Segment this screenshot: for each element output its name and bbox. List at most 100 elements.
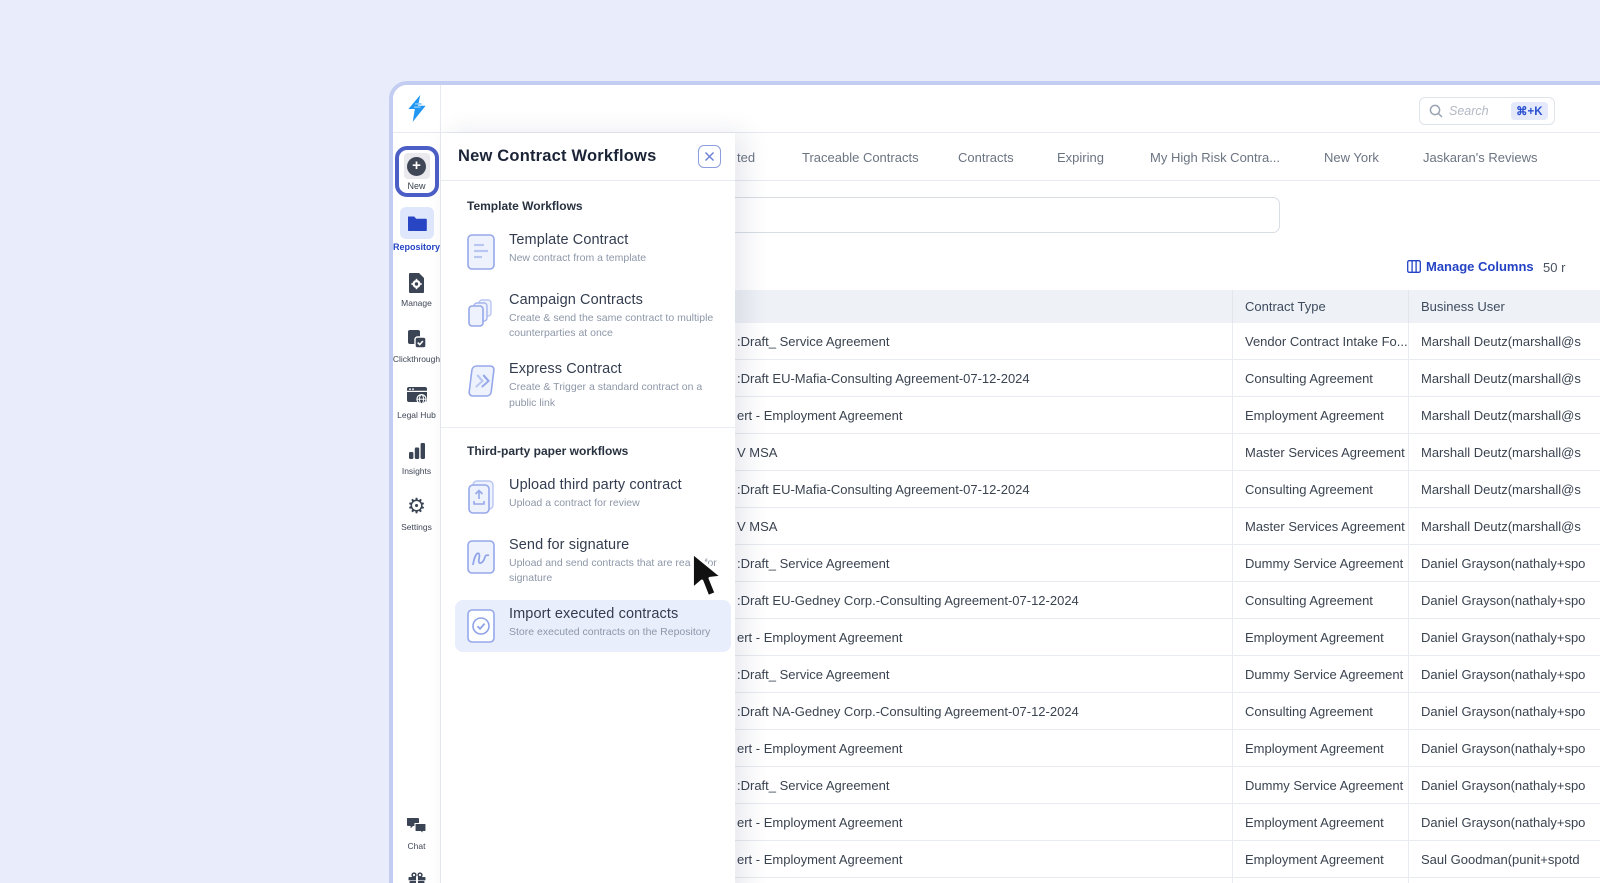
- search-icon: [1429, 104, 1443, 118]
- menu-item-subtitle: Create & Trigger a standard contract on …: [509, 381, 703, 409]
- cell-type: Employment Agreement: [1232, 397, 1408, 433]
- tab-jaskarans-reviews[interactable]: Jaskaran's Reviews: [1423, 133, 1537, 181]
- menu-item-subtitle: Upload a contract for review: [509, 496, 640, 509]
- template-doc-icon: [467, 234, 495, 270]
- sidebar-item-label: Clickthrough: [392, 354, 441, 364]
- cell-user: Marshall Deutz(marshall@s: [1408, 434, 1600, 470]
- tab-contracts[interactable]: Contracts: [958, 133, 1014, 181]
- tab-my-high-risk[interactable]: My High Risk Contra...: [1150, 133, 1280, 181]
- sidebar-item-repository[interactable]: Repository: [393, 207, 440, 252]
- section-heading-template-workflows: Template Workflows: [467, 199, 583, 213]
- bar-chart-icon: [408, 443, 425, 459]
- tab-partial[interactable]: ted: [737, 133, 755, 181]
- cell-user: Daniel Grayson(nathaly+spo: [1408, 693, 1600, 729]
- sidebar-footer: Chat Just In: [393, 814, 440, 883]
- columns-icon: [1407, 260, 1421, 273]
- modal-header: New Contract Workflows: [441, 133, 735, 181]
- search-input[interactable]: [1449, 104, 1511, 118]
- manage-columns-label: Manage Columns: [1426, 259, 1534, 274]
- clickthrough-icon: [408, 329, 427, 349]
- signature-icon: [467, 540, 495, 574]
- topbar: ⌘+K: [441, 85, 1600, 133]
- cell-type: Master Services Agreement: [1232, 508, 1408, 544]
- menu-item-subtitle: Create & send the same contract to multi…: [509, 312, 714, 340]
- sidebar: + New Repository Manage Clickthrough Leg…: [393, 85, 441, 883]
- cell-user: Daniel Grayson(nathaly+spo: [1408, 545, 1600, 581]
- cell-user: Daniel Grayson(nathaly+spo: [1408, 804, 1600, 840]
- menu-item-title: Upload third party contract: [509, 476, 682, 493]
- tab-new-york[interactable]: New York: [1324, 133, 1379, 181]
- cell-type: Consulting Agreement: [1232, 471, 1408, 507]
- cell-type: Employment Agreement: [1232, 619, 1408, 655]
- modal-body: Template Workflows Template Contract New…: [441, 181, 735, 653]
- cell-user: Marshall Deutz(marshall@s: [1408, 323, 1600, 359]
- menu-item-campaign-contracts[interactable]: Campaign Contracts Create & send the sam…: [441, 286, 735, 347]
- sidebar-item-settings[interactable]: ⚙ Settings: [393, 495, 440, 533]
- gift-icon: [408, 871, 425, 883]
- sidebar-item-manage[interactable]: Manage: [393, 271, 440, 308]
- new-button-label: New: [407, 181, 426, 191]
- sidebar-item-label: Manage: [401, 298, 432, 308]
- manage-columns-button[interactable]: Manage Columns: [1407, 259, 1534, 274]
- cell-type: Vendor Contract Intake Fo...: [1232, 323, 1408, 359]
- tab-expiring[interactable]: Expiring: [1057, 133, 1104, 181]
- sidebar-item-insights[interactable]: Insights: [393, 439, 440, 476]
- col-header-contract-type[interactable]: Contract Type: [1232, 290, 1408, 323]
- sidebar-item-legal-hub[interactable]: Legal Hub: [393, 383, 440, 420]
- sidebar-item-label: Settings: [401, 522, 432, 532]
- spotdraft-logo-icon[interactable]: [406, 94, 428, 123]
- cell-type: Master Services Agreement: [1232, 434, 1408, 470]
- cell-type: Consulting Agreement: [1232, 360, 1408, 396]
- sidebar-item-label: Legal Hub: [397, 410, 436, 420]
- cell-user: Marshall Deutz(marshall@s: [1408, 508, 1600, 544]
- menu-item-upload-third-party[interactable]: Upload third party contract Upload a con…: [441, 471, 735, 523]
- search-shortcut-badge: ⌘+K: [1511, 102, 1548, 120]
- plus-icon: +: [407, 156, 426, 176]
- cell-user: Marshall Deutz(marshall@s: [1408, 397, 1600, 433]
- col-header-business-user[interactable]: Business User: [1408, 290, 1600, 323]
- cell-type: Employment Agreement: [1232, 730, 1408, 766]
- cell-type: Dummy Service Agreement: [1232, 767, 1408, 803]
- legal-hub-icon: [406, 386, 427, 404]
- sidebar-item-label: Insights: [401, 466, 432, 476]
- divider: [441, 426, 735, 428]
- cell-user: Saul Goodman(punit+spotd: [1408, 841, 1600, 877]
- menu-item-subtitle: New contract from a template: [509, 252, 647, 264]
- section-heading-third-party: Third-party paper workflows: [467, 443, 629, 458]
- cell-type: Employment Agreement: [1232, 804, 1408, 840]
- cell-user: Daniel Grayson(nathaly+spo: [1408, 767, 1600, 803]
- menu-item-title: Send for signature: [509, 536, 630, 553]
- cell-user: Marshall Deutz(marshall@s: [1408, 360, 1600, 396]
- menu-item-template-contract[interactable]: Template Contract New contract from a te…: [441, 226, 735, 278]
- rows-per-page-label[interactable]: 50 r: [1543, 260, 1565, 275]
- check-circle-icon: [467, 609, 495, 644]
- cell-type: Consulting Agreement: [1232, 582, 1408, 618]
- close-button[interactable]: [698, 145, 721, 168]
- new-contract-workflows-modal: New Contract Workflows Template Workflow…: [441, 133, 735, 883]
- cell-user: Daniel Grayson(nathaly+spo: [1408, 582, 1600, 618]
- new-button[interactable]: + New: [394, 146, 439, 197]
- campaign-stack-icon: [468, 299, 492, 327]
- tab-traceable-contracts[interactable]: Traceable Contracts: [802, 133, 919, 181]
- menu-item-subtitle: Upload and send contracts that are ready…: [509, 556, 717, 585]
- folder-icon: [407, 216, 427, 231]
- sidebar-item-just-in[interactable]: Just In: [393, 870, 440, 883]
- cell-user: Daniel Grayson(nathaly+spo: [1408, 656, 1600, 692]
- close-icon: [704, 151, 715, 162]
- menu-item-import-executed-contracts[interactable]: Import executed contracts Store executed…: [455, 600, 731, 653]
- menu-item-title: Import executed contracts: [509, 606, 679, 623]
- global-search[interactable]: ⌘+K: [1419, 97, 1555, 125]
- modal-title: New Contract Workflows: [458, 147, 657, 165]
- gear-icon: ⚙: [407, 495, 426, 518]
- sidebar-item-chat[interactable]: Chat: [393, 814, 440, 851]
- chat-icon: [407, 817, 427, 835]
- cell-type: Consulting Agreement: [1232, 693, 1408, 729]
- logo-cell: [393, 85, 440, 133]
- sidebar-item-clickthrough[interactable]: Clickthrough: [393, 327, 440, 364]
- cell-user: Daniel Grayson(nathaly+spo: [1408, 619, 1600, 655]
- document-gear-icon: [409, 273, 424, 293]
- menu-item-send-for-signature[interactable]: Send for signature Upload and send contr…: [441, 531, 735, 592]
- express-chevrons-icon: [468, 365, 495, 398]
- menu-item-express-contract[interactable]: Express Contract Create & Trigger a stan…: [441, 355, 735, 416]
- plus-box: +: [403, 153, 430, 179]
